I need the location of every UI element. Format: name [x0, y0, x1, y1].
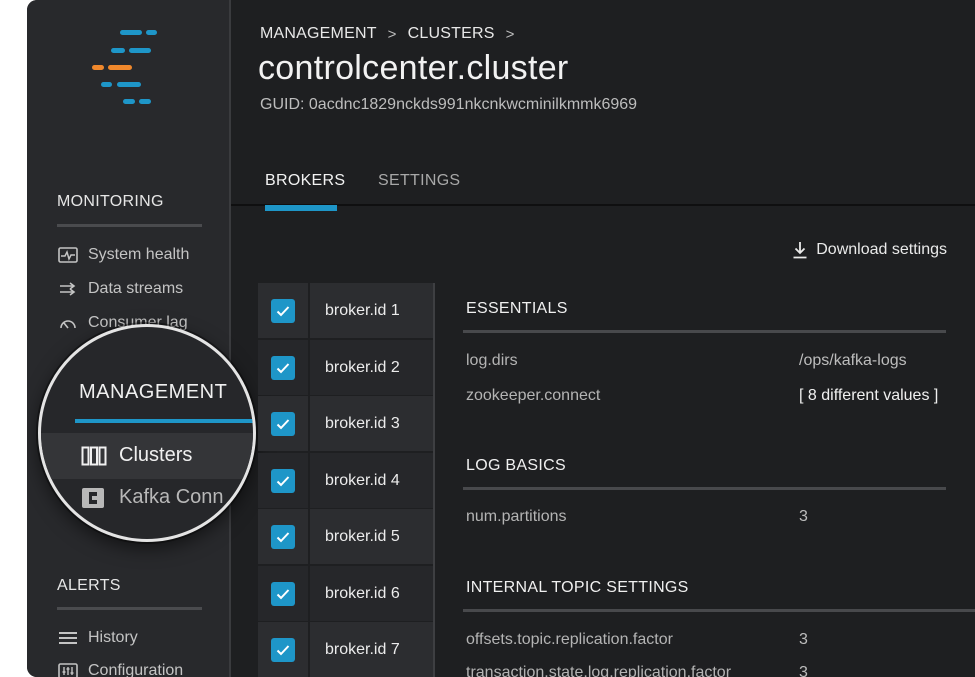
broker-row[interactable]: broker.id 5: [258, 509, 434, 564]
section-title-internal-topic-settings: INTERNAL TOPIC SETTINGS: [466, 579, 689, 596]
section-title-essentials: ESSENTIALS: [466, 300, 568, 317]
broker-row[interactable]: broker.id 1: [258, 283, 434, 338]
active-tab-indicator: [265, 205, 337, 211]
broker-checkbox[interactable]: [271, 411, 295, 436]
property-key: offsets.topic.replication.factor: [466, 631, 673, 648]
broker-checkbox[interactable]: [271, 581, 295, 606]
check-icon: [276, 588, 290, 599]
property-value-multiple[interactable]: [ 8 different values ]: [799, 387, 938, 405]
streams-icon: [57, 280, 79, 298]
breadcrumb-management[interactable]: MANAGEMENT: [260, 25, 377, 43]
section-divider: [463, 487, 946, 490]
sidebar-item-history[interactable]: History: [57, 626, 138, 650]
check-icon: [276, 644, 290, 655]
check-icon: [276, 531, 290, 542]
property-value: /ops/kafka-logs: [799, 352, 907, 369]
check-icon: [276, 418, 290, 429]
section-divider: [463, 330, 946, 333]
broker-row[interactable]: broker.id 2: [258, 340, 434, 395]
broker-label: broker.id 3: [308, 396, 434, 451]
sidebar-item-data-streams[interactable]: Data streams: [57, 277, 183, 301]
sidebar-item-label: System health: [88, 246, 190, 263]
config-icon: [57, 662, 79, 677]
alerts-divider: [57, 607, 202, 610]
property-key: num.partitions: [466, 508, 567, 525]
sidebar-item-clusters[interactable]: Clusters: [81, 444, 192, 467]
download-icon: [793, 242, 807, 259]
check-icon: [276, 475, 290, 486]
broker-checkbox[interactable]: [271, 524, 295, 549]
property-value: 3: [799, 664, 808, 677]
sidebar-item-configuration[interactable]: Configuration: [57, 659, 183, 677]
monitoring-heading: MONITORING: [57, 193, 164, 210]
broker-label: broker.id 6: [308, 566, 434, 621]
download-settings-button[interactable]: Download settings: [792, 241, 947, 259]
alerts-heading: ALERTS: [57, 577, 121, 594]
connect-icon: [81, 487, 107, 509]
sidebar-item-label: Configuration: [88, 662, 184, 677]
breadcrumb-separator: >: [505, 25, 515, 43]
tabs-divider: [231, 204, 975, 206]
clusters-icon: [81, 446, 107, 466]
pulse-icon: [57, 246, 79, 264]
check-icon: [276, 362, 290, 373]
broker-checkbox[interactable]: [271, 355, 295, 380]
broker-label: broker.id 5: [308, 509, 434, 564]
breadcrumb: MANAGEMENT > CLUSTERS >: [260, 25, 526, 43]
logo[interactable]: [91, 28, 161, 108]
monitoring-divider: [57, 224, 202, 227]
sidebar-item-label: Clusters: [119, 444, 193, 466]
tab-brokers[interactable]: BROKERS: [265, 172, 345, 190]
download-settings-label: Download settings: [816, 241, 947, 258]
property-value: 3: [799, 631, 808, 648]
breadcrumb-separator: >: [387, 25, 397, 43]
gauge-icon: [57, 314, 79, 332]
property-key: transaction.state.log.replication.factor: [466, 664, 732, 677]
section-title-log-basics: LOG BASICS: [466, 457, 566, 474]
broker-row[interactable]: broker.id 7: [258, 622, 434, 677]
management-heading: MANAGEMENT: [79, 381, 228, 403]
broker-row[interactable]: broker.id 6: [258, 566, 434, 621]
main-content: MANAGEMENT > CLUSTERS > controlcenter.cl…: [231, 0, 975, 677]
broker-checkbox[interactable]: [271, 468, 295, 493]
broker-label: broker.id 1: [308, 283, 434, 338]
broker-list: broker.id 1 broker.id 2 broker.id 3 brok…: [258, 283, 434, 677]
menu-lines-icon: [57, 629, 79, 647]
page-title: controlcenter.cluster: [258, 49, 569, 87]
app-window: MONITORING System health Data streams Co…: [27, 0, 975, 677]
sidebar-item-label: Kafka Conn: [119, 486, 224, 508]
cluster-guid: GUID: 0acdnc1829nckds991nkcnkwcminilkmmk…: [260, 96, 638, 113]
check-icon: [276, 305, 290, 316]
property-value: 3: [799, 508, 808, 525]
property-key: zookeeper.connect: [466, 387, 601, 404]
broker-checkbox[interactable]: [271, 637, 295, 662]
management-magnifier: MANAGEMENT Clusters Kafka Conn: [38, 324, 256, 542]
management-divider: [75, 419, 253, 423]
broker-row[interactable]: broker.id 4: [258, 453, 434, 508]
sidebar-item-system-health[interactable]: System health: [57, 243, 189, 267]
sidebar-item-kafka-connect[interactable]: Kafka Conn: [81, 486, 224, 509]
broker-label: broker.id 2: [308, 340, 434, 395]
sidebar-item-label: History: [88, 629, 138, 646]
breadcrumb-clusters[interactable]: CLUSTERS: [408, 25, 495, 43]
broker-label: broker.id 7: [308, 622, 434, 677]
broker-row[interactable]: broker.id 3: [258, 396, 434, 451]
sidebar-item-label: Data streams: [88, 280, 184, 297]
section-divider: [463, 609, 975, 612]
tab-settings[interactable]: SETTINGS: [378, 172, 460, 190]
broker-checkbox[interactable]: [271, 298, 295, 323]
broker-label: broker.id 4: [308, 453, 434, 508]
list-divider: [433, 283, 435, 677]
property-key: log.dirs: [466, 352, 518, 369]
